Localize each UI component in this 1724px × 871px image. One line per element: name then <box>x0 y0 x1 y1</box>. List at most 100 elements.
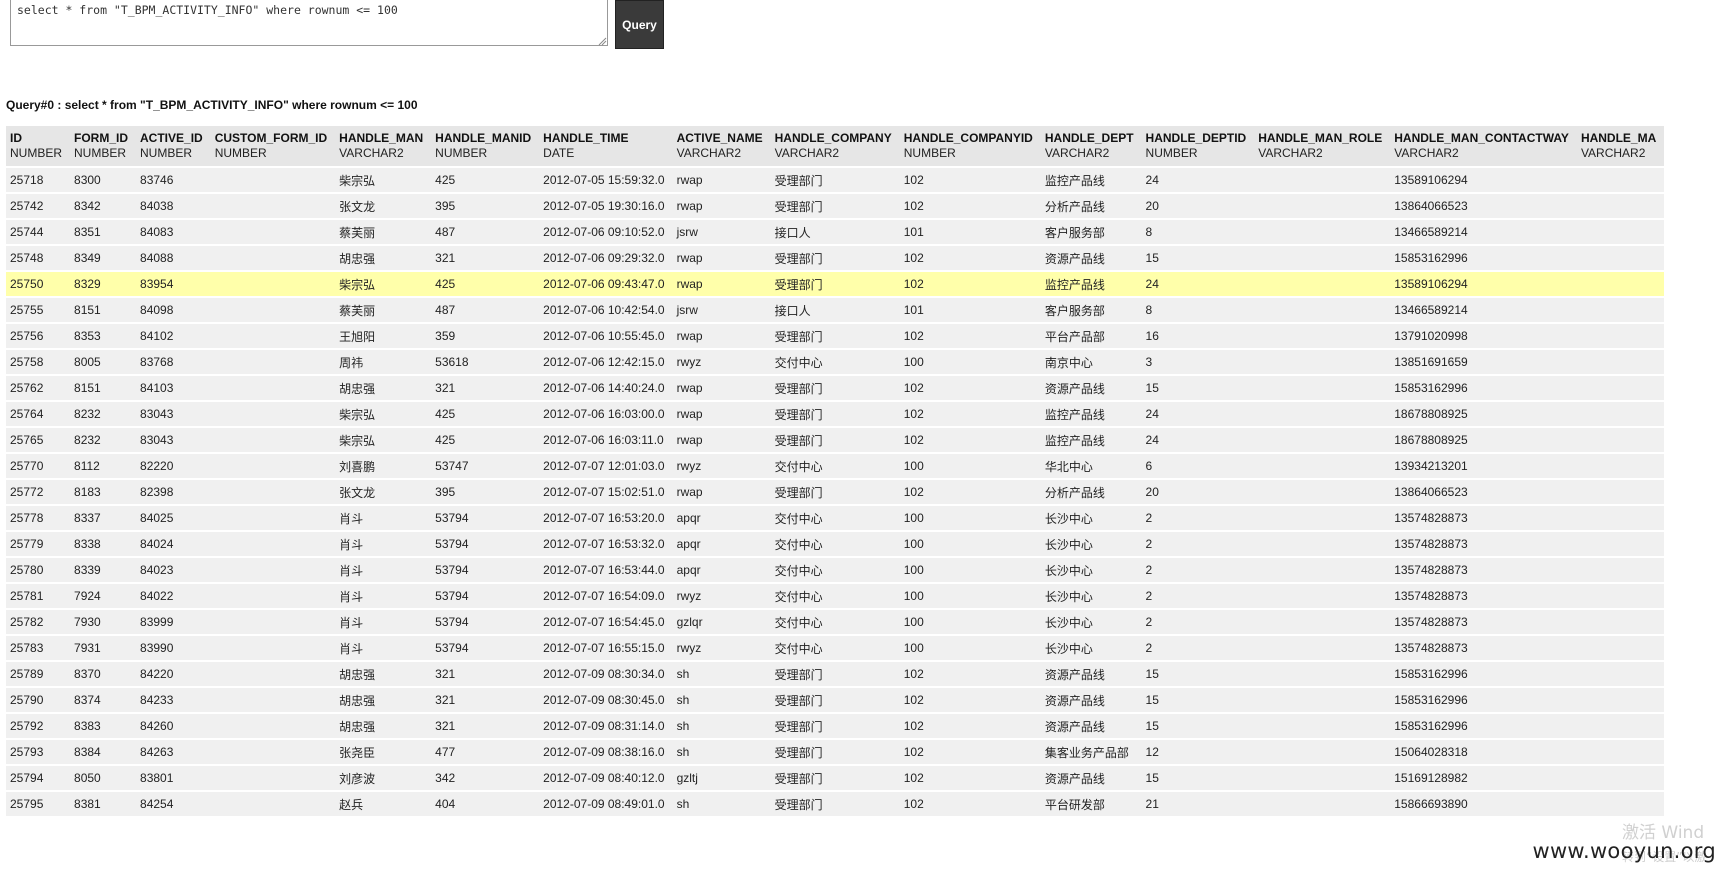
table-row[interactable]: 25744 8351 84083 蔡芙丽 487 2012-07-06 09:10:52.… <box>6 220 1665 244</box>
column-type: NUMBER <box>10 146 63 160</box>
table-row[interactable]: 25755 8151 84098 蔡芙丽 487 2012-07-06 10:42:54.… <box>6 298 1665 322</box>
table-row[interactable]: 25795 8381 84254 赵兵 404 2012-07-09 08:49:01.0… <box>6 792 1665 816</box>
table-cell: 15853162996 <box>1390 246 1577 270</box>
table-cell: 83043 <box>136 402 211 426</box>
table-cell: 24 <box>1141 272 1255 296</box>
table-cell: 监控产品线 <box>1040 168 1142 192</box>
table-cell: 资源产品线 <box>1040 766 1142 790</box>
table-cell: 15 <box>1141 376 1255 400</box>
table-row[interactable]: 25783 7931 83990 肖斗 53794 2012-07-07 16:55:15… <box>6 636 1665 660</box>
table-row[interactable]: 25758 8005 83768 周祎 53618 2012-07-06 12:42:15… <box>6 350 1665 374</box>
table-row[interactable]: 25718 8300 83746 柴宗弘 425 2012-07-05 15:59:32.… <box>6 168 1665 192</box>
table-cell: 2012-07-05 15:59:32.0 <box>539 168 673 192</box>
table-cell: 2012-07-06 16:03:11.0 <box>539 428 673 452</box>
table-row[interactable]: 25780 8339 84023 肖斗 53794 2012-07-07 16:53:44… <box>6 558 1665 582</box>
table-cell <box>1576 168 1665 192</box>
table-row[interactable]: 25748 8349 84088 胡忠强 321 2012-07-06 09:29:32.… <box>6 246 1665 270</box>
table-cell: 102 <box>899 324 1041 348</box>
table-row[interactable]: 25794 8050 83801 刘彦波 342 2012-07-09 08:40:12.… <box>6 766 1665 790</box>
table-cell: 柴宗弘 <box>335 272 432 296</box>
table-cell: 13574828873 <box>1390 506 1577 530</box>
table-row[interactable]: 25750 8329 83954 柴宗弘 425 2012-07-06 09:43:47.… <box>6 272 1665 296</box>
table-cell: 受理部门 <box>770 792 900 816</box>
table-row[interactable]: 25778 8337 84025 肖斗 53794 2012-07-07 16:53:20… <box>6 506 1665 530</box>
table-row[interactable]: 25765 8232 83043 柴宗弘 425 2012-07-06 16:03:11.… <box>6 428 1665 452</box>
table-row[interactable]: 25779 8338 84024 肖斗 53794 2012-07-07 16:53:32… <box>6 532 1665 556</box>
table-cell <box>210 688 336 712</box>
table-cell: 13574828873 <box>1390 532 1577 556</box>
column-name: FORM_ID <box>74 131 129 145</box>
table-row[interactable]: 25762 8151 84103 胡忠强 321 2012-07-06 14:40:24.… <box>6 376 1665 400</box>
table-cell: 25782 <box>6 610 71 634</box>
column-name: HANDLE_MANID <box>435 131 532 145</box>
table-row[interactable]: 25764 8232 83043 柴宗弘 425 2012-07-06 16:03:00.… <box>6 402 1665 426</box>
table-cell: 13589106294 <box>1390 168 1577 192</box>
table-row[interactable]: 25793 8384 84263 张尧臣 477 2012-07-09 08:38:16.… <box>6 740 1665 764</box>
table-cell: 53794 <box>431 610 540 634</box>
table-cell: 肖斗 <box>335 558 432 582</box>
table-cell: 周祎 <box>335 350 432 374</box>
table-row[interactable]: 25792 8383 84260 胡忠强 321 2012-07-09 08:31:14.… <box>6 714 1665 738</box>
resize-grip-icon[interactable] <box>597 36 607 46</box>
table-row[interactable]: 25790 8374 84233 胡忠强 321 2012-07-09 08:30:45.… <box>6 688 1665 712</box>
table-cell <box>1576 272 1665 296</box>
table-row[interactable]: 25756 8353 84102 王旭阳 359 2012-07-06 10:55:45.… <box>6 324 1665 348</box>
table-cell: 84254 <box>136 792 211 816</box>
table-cell: 53794 <box>431 584 540 608</box>
table-row[interactable]: 25770 8112 82220 刘喜鹏 53747 2012-07-07 12:01:0… <box>6 454 1665 478</box>
table-cell: 2012-07-09 08:40:12.0 <box>539 766 673 790</box>
table-cell: 83746 <box>136 168 211 192</box>
table-cell: 15853162996 <box>1390 376 1577 400</box>
table-cell: 53794 <box>431 558 540 582</box>
table-row[interactable]: 25789 8370 84220 胡忠强 321 2012-07-09 08:30:34.… <box>6 662 1665 686</box>
table-cell: 84024 <box>136 532 211 556</box>
table-cell <box>1254 168 1391 192</box>
table-cell: 胡忠强 <box>335 246 432 270</box>
sql-query-input[interactable]: select * from "T_BPM_ACTIVITY_INFO" wher… <box>10 0 608 46</box>
table-row[interactable]: 25742 8342 84038 张文龙 395 2012-07-05 19:30:16.… <box>6 194 1665 218</box>
table-cell: 交付中心 <box>770 532 900 556</box>
table-cell: 25781 <box>6 584 71 608</box>
table-cell: 胡忠强 <box>335 714 432 738</box>
table-row[interactable]: 25782 7930 83999 肖斗 53794 2012-07-07 16:54:45… <box>6 610 1665 634</box>
table-cell: 2012-07-09 08:31:14.0 <box>539 714 673 738</box>
table-cell: 101 <box>899 298 1041 322</box>
table-cell <box>1254 376 1391 400</box>
column-header: ACTIVE_ID NUMBER <box>136 126 211 166</box>
table-cell: 15 <box>1141 246 1255 270</box>
table-cell <box>1576 324 1665 348</box>
column-name: HANDLE_TIME <box>543 131 629 145</box>
table-cell: apqr <box>672 558 771 582</box>
table-row[interactable]: 25781 7924 84022 肖斗 53794 2012-07-07 16:54:09… <box>6 584 1665 608</box>
table-cell <box>210 428 336 452</box>
table-cell: 13574828873 <box>1390 610 1577 634</box>
table-cell: 20 <box>1141 194 1255 218</box>
table-cell <box>1576 636 1665 660</box>
table-cell: 100 <box>899 506 1041 530</box>
table-cell: 接口人 <box>770 298 900 322</box>
table-cell: 100 <box>899 558 1041 582</box>
table-cell: 2012-07-09 08:38:16.0 <box>539 740 673 764</box>
table-row[interactable]: 25772 8183 82398 张文龙 395 2012-07-07 15:02:51.… <box>6 480 1665 504</box>
table-cell: 13589106294 <box>1390 272 1577 296</box>
table-cell: 2012-07-09 08:30:45.0 <box>539 688 673 712</box>
table-cell: 20 <box>1141 480 1255 504</box>
column-type: NUMBER <box>74 146 127 160</box>
table-cell <box>1576 584 1665 608</box>
table-cell: 8370 <box>70 662 137 686</box>
table-cell: 13574828873 <box>1390 558 1577 582</box>
table-cell: 25718 <box>6 168 71 192</box>
query-button[interactable]: Query <box>615 0 664 49</box>
table-cell: 8374 <box>70 688 137 712</box>
table-cell: 6 <box>1141 454 1255 478</box>
table-cell: 8381 <box>70 792 137 816</box>
table-cell: 资源产品线 <box>1040 376 1142 400</box>
table-cell: 胡忠强 <box>335 688 432 712</box>
table-cell: 2012-07-07 15:02:51.0 <box>539 480 673 504</box>
table-cell: 84038 <box>136 194 211 218</box>
table-cell: 13574828873 <box>1390 584 1577 608</box>
column-name: CUSTOM_FORM_ID <box>214 131 328 145</box>
table-cell: 2 <box>1141 532 1255 556</box>
table-cell: 2012-07-07 12:01:03.0 <box>539 454 673 478</box>
table-cell: 25790 <box>6 688 71 712</box>
